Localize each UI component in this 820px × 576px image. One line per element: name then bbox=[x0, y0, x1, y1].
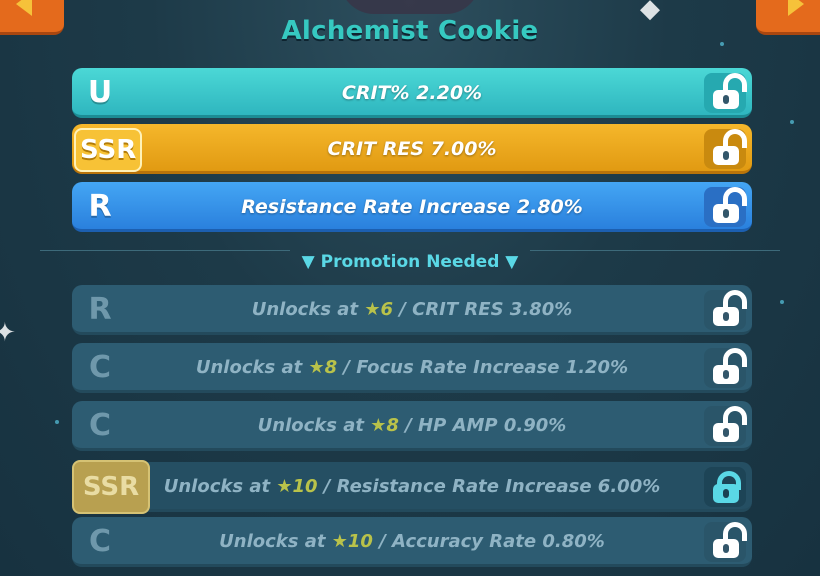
lock-toggle-button[interactable] bbox=[704, 406, 747, 446]
locked-stat-row[interactable]: R Unlocks at ★6 / CRIT RES 3.80% bbox=[72, 285, 752, 335]
grade-badge-c: C bbox=[88, 408, 112, 443]
star-requirement: ★10 bbox=[331, 531, 373, 552]
lock-toggle-button[interactable] bbox=[704, 290, 747, 330]
star-requirement: ★8 bbox=[370, 415, 399, 436]
potential-stat-row[interactable]: R Resistance Rate Increase 2.80% bbox=[72, 182, 752, 232]
grade-badge-c: C bbox=[88, 350, 112, 385]
lock-toggle-button[interactable] bbox=[704, 348, 747, 388]
section-divider bbox=[40, 250, 290, 251]
cookie-emblem-decoration bbox=[340, 0, 480, 14]
grade-badge-r: R bbox=[88, 189, 112, 224]
stat-label: Resistance Rate Increase 2.80% bbox=[241, 196, 583, 218]
lock-toggle-button[interactable] bbox=[704, 522, 747, 562]
lock-toggle-button[interactable] bbox=[704, 73, 747, 113]
star-requirement: ★10 bbox=[276, 476, 318, 497]
grade-badge-r: R bbox=[88, 292, 112, 327]
potential-stat-row[interactable]: SSR CRIT RES 7.00% bbox=[72, 124, 752, 174]
unlocked-padlock-icon bbox=[713, 348, 747, 384]
section-divider bbox=[530, 250, 780, 251]
decor-dot bbox=[55, 420, 59, 424]
potential-stat-row[interactable]: U CRIT% 2.20% bbox=[72, 68, 752, 118]
stat-label: CRIT% 2.20% bbox=[341, 82, 483, 104]
stat-label: Unlocks at ★8 / Focus Rate Increase 1.20… bbox=[195, 357, 629, 378]
promotion-needed-label: ▼ Promotion Needed ▼ bbox=[301, 252, 519, 272]
grade-badge-c: C bbox=[88, 524, 112, 559]
cookie-name-title: Alchemist Cookie bbox=[281, 16, 539, 46]
unlocked-padlock-icon bbox=[713, 187, 747, 223]
unlocked-padlock-icon bbox=[713, 290, 747, 326]
decor-dot bbox=[790, 120, 794, 124]
unlocked-padlock-icon bbox=[713, 73, 747, 109]
lock-status bbox=[704, 467, 746, 507]
grade-badge-u: U bbox=[87, 75, 113, 110]
stat-label: Unlocks at ★10 / Accuracy Rate 0.80% bbox=[219, 531, 605, 552]
unlocked-padlock-icon bbox=[713, 522, 747, 558]
star-requirement: ★6 bbox=[364, 299, 393, 320]
stat-label: Unlocks at ★10 / Resistance Rate Increas… bbox=[163, 476, 661, 497]
locked-stat-row[interactable]: C Unlocks at ★10 / Accuracy Rate 0.80% bbox=[72, 517, 752, 567]
unlocked-padlock-icon bbox=[713, 129, 747, 165]
left-arrow-icon bbox=[16, 0, 32, 16]
lock-toggle-button[interactable] bbox=[704, 129, 747, 169]
locked-stat-row[interactable]: C Unlocks at ★8 / Focus Rate Increase 1.… bbox=[72, 343, 752, 393]
stat-label: Unlocks at ★6 / CRIT RES 3.80% bbox=[251, 299, 573, 320]
unlocked-padlock-icon bbox=[713, 406, 747, 442]
lock-toggle-button[interactable] bbox=[704, 187, 747, 227]
decor-dot bbox=[780, 300, 784, 304]
stat-label: Unlocks at ★8 / HP AMP 0.90% bbox=[257, 415, 567, 436]
right-arrow-icon bbox=[788, 0, 804, 16]
locked-stat-row[interactable]: SSR Unlocks at ★10 / Resistance Rate Inc… bbox=[72, 460, 752, 514]
star-requirement: ★8 bbox=[308, 357, 338, 378]
locked-stat-row[interactable]: C Unlocks at ★8 / HP AMP 0.90% bbox=[72, 401, 752, 451]
stat-label: CRIT RES 7.00% bbox=[327, 138, 497, 160]
locked-padlock-icon bbox=[713, 471, 741, 503]
sparkle-icon: ✦ bbox=[0, 318, 16, 348]
